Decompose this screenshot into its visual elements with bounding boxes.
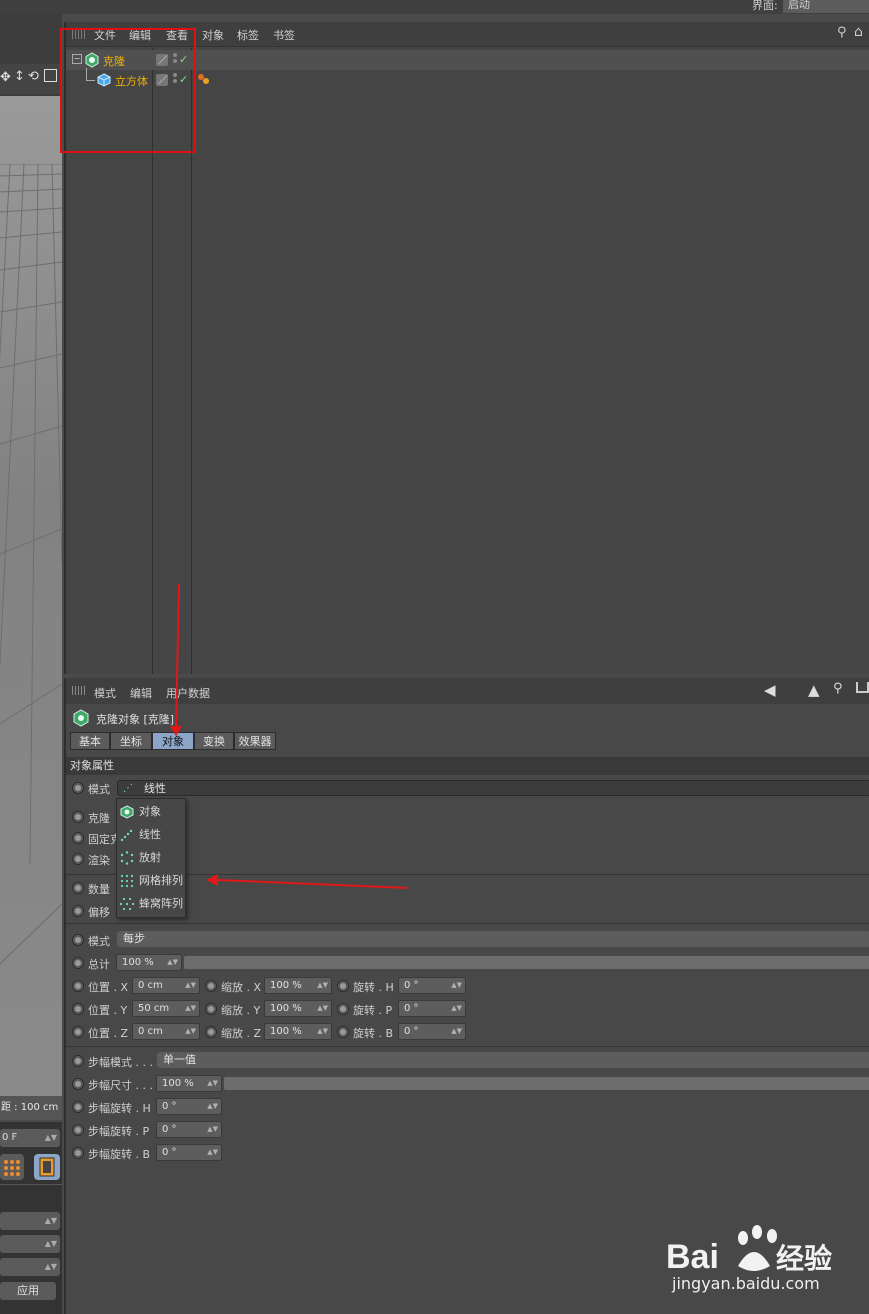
annotation-arrow-down <box>175 583 180 727</box>
annotation-arrowhead <box>206 874 218 886</box>
svg-text:经验: 经验 <box>776 1242 832 1275</box>
svg-text:Bai: Bai <box>666 1238 719 1276</box>
watermark-url: jingyan.baidu.com <box>672 1274 820 1293</box>
annotation-arrow-left <box>217 879 409 889</box>
annotation-arrowhead <box>170 726 182 736</box>
annotation-arrows <box>170 583 409 889</box>
